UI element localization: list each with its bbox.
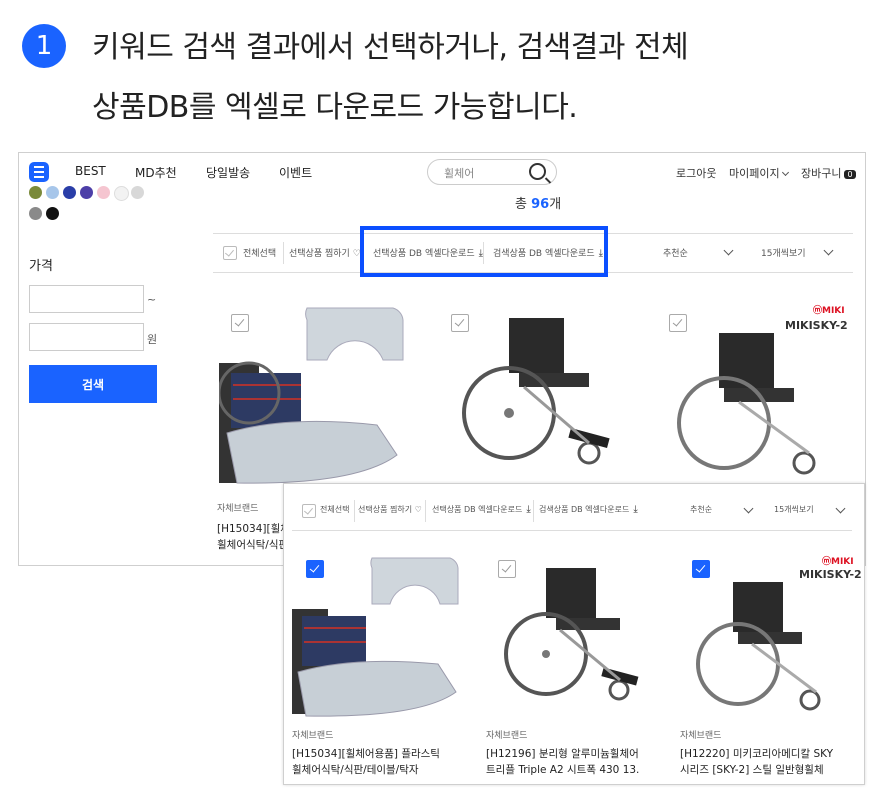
total-count: 총 96개 (515, 197, 562, 212)
download-icon: ⤓ (633, 504, 638, 515)
step-number-badge: 1 (22, 24, 66, 68)
product-checkbox-checked[interactable] (692, 560, 710, 578)
search-query: 휠체어 (444, 167, 475, 180)
miki-model-label: MIKISKY-2 (799, 568, 862, 581)
color-swatch[interactable] (29, 186, 42, 199)
cart-link[interactable]: 장바구니 0 (801, 165, 856, 181)
divider (283, 242, 284, 264)
cart-count-badge: 0 (844, 170, 856, 179)
chevron-down-icon[interactable] (723, 245, 734, 256)
color-swatch[interactable] (46, 207, 59, 220)
nav-same-day[interactable]: 당일발송 (206, 164, 250, 181)
product-image-tray[interactable] (292, 554, 470, 718)
download-icon: ⤓ (526, 504, 531, 515)
chevron-down-icon[interactable] (743, 503, 754, 514)
brand-tag: 자체브랜드 (292, 731, 334, 741)
wishlist-selected-button[interactable]: 선택상품 찜하기 ♡ (289, 246, 361, 259)
per-page-select[interactable]: 15개씩보기 (774, 504, 814, 515)
product-name[interactable]: [H12220] 미키코리아메디칼 SKY 시리즈 [SKY-2] 스틸 일반형… (680, 746, 860, 778)
mypage-link[interactable]: 마이페이지 (729, 165, 790, 181)
product-name[interactable]: [H15034][휠체어용품] 플라스틱 휠체어식탁/식판/테이블/탁자 (292, 746, 472, 778)
chevron-down-icon (782, 168, 790, 177)
divider (425, 500, 426, 522)
miki-model-label: MIKISKY-2 (785, 319, 848, 332)
search-icon[interactable] (529, 163, 546, 180)
color-swatch[interactable] (80, 186, 93, 199)
miki-logo: ⓜMIKI (822, 557, 854, 567)
brand-tag: 자체브랜드 (217, 504, 259, 514)
color-swatch[interactable] (46, 186, 59, 199)
color-swatch[interactable] (97, 186, 110, 199)
selected-results-screenshot: 전체선택 선택상품 찜하기 ♡ 선택상품 DB 엑셀다운로드 ⤓ 검색상품 DB … (283, 483, 865, 785)
instruction-line-1: 키워드 검색 결과에서 선택하거나, 검색결과 전체 (92, 30, 689, 65)
divider (354, 500, 355, 522)
divider (533, 500, 534, 522)
brand-tag: 자체브랜드 (680, 731, 722, 741)
results-toolbar: 전체선택 선택상품 찜하기 ♡ 선택상품 DB 엑셀다운로드 ⤓ 검색상품 DB … (292, 492, 852, 531)
select-all-checkbox[interactable] (302, 504, 316, 518)
heart-icon: ♡ (414, 505, 422, 514)
miki-logo: ⓜMIKI (813, 306, 845, 316)
price-min-input[interactable] (29, 285, 144, 313)
select-all-label: 전체선택 (320, 505, 350, 514)
nav-event[interactable]: 이벤트 (279, 164, 312, 181)
price-label: 가격 (29, 259, 53, 274)
brand-tag: 자체브랜드 (486, 731, 528, 741)
price-unit: 원 (147, 333, 158, 346)
color-swatch[interactable] (29, 207, 42, 220)
color-swatch[interactable] (63, 186, 76, 199)
top-nav: BEST MD추천 당일발송 이벤트 휠체어 로그아웃 마이페이지 장바구니 0 (19, 153, 865, 189)
download-search-button[interactable]: 검색상품 DB 엑셀다운로드 ⤓ (539, 504, 638, 515)
select-all-checkbox[interactable] (223, 246, 237, 260)
price-max-input[interactable] (29, 323, 144, 351)
product-checkbox[interactable] (669, 314, 687, 332)
color-swatch[interactable] (114, 186, 129, 201)
download-selected-button[interactable]: 선택상품 DB 엑셀다운로드 ⤓ (432, 504, 531, 515)
select-all-label: 전체선택 (243, 249, 277, 259)
chevron-down-icon[interactable] (835, 503, 846, 514)
search-input[interactable]: 휠체어 (427, 159, 557, 185)
nav-best[interactable]: BEST (75, 164, 106, 178)
product-name[interactable]: [H12196] 분리형 알루미늄휠체어 트리플 Triple A2 시트폭 4… (486, 746, 664, 778)
sort-select[interactable]: 추천순 (690, 504, 712, 515)
product-checkbox[interactable] (231, 314, 249, 332)
chevron-down-icon[interactable] (823, 245, 834, 256)
nav-md-pick[interactable]: MD추천 (135, 164, 177, 181)
product-image-wheelchair[interactable] (484, 554, 659, 718)
product-checkbox[interactable] (498, 560, 516, 578)
product-checkbox-checked[interactable] (306, 560, 324, 578)
per-page-select[interactable]: 15개씩보기 (761, 246, 806, 259)
wishlist-selected-button[interactable]: 선택상품 찜하기 ♡ (358, 504, 422, 515)
price-search-button[interactable]: 검색 (29, 365, 157, 403)
instruction-line-2: 상품DB를 엑셀로 다운로드 가능합니다. (92, 90, 578, 125)
menu-icon[interactable] (29, 162, 49, 182)
download-buttons-highlight (360, 226, 608, 277)
product-checkbox[interactable] (451, 314, 469, 332)
color-swatch[interactable] (131, 186, 144, 199)
price-range-separator: ~ (147, 293, 157, 306)
sort-select[interactable]: 추천순 (663, 246, 688, 259)
logout-link[interactable]: 로그아웃 (676, 165, 716, 181)
